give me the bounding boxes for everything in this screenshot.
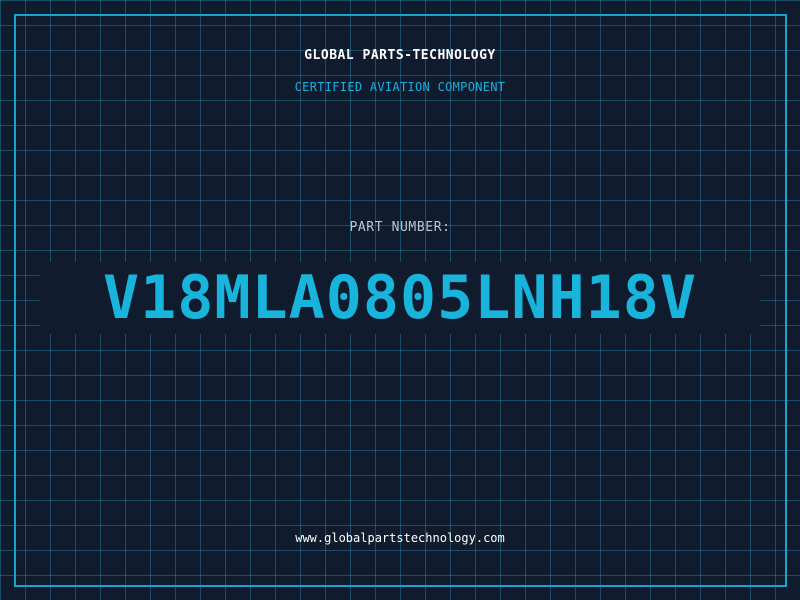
part-number-value: V18MLA0805LNH18V	[103, 263, 697, 333]
company-name: GLOBAL PARTS-TECHNOLOGY	[304, 48, 496, 63]
part-number-panel: V18MLA0805LNH18V	[40, 262, 760, 334]
label-canvas: GLOBAL PARTS-TECHNOLOGY CERTIFIED AVIATI…	[0, 0, 800, 600]
website-url: www.globalpartstechnology.com	[295, 531, 505, 545]
part-number-label: PART NUMBER:	[349, 220, 451, 235]
certification-subtitle: CERTIFIED AVIATION COMPONENT	[294, 80, 506, 94]
